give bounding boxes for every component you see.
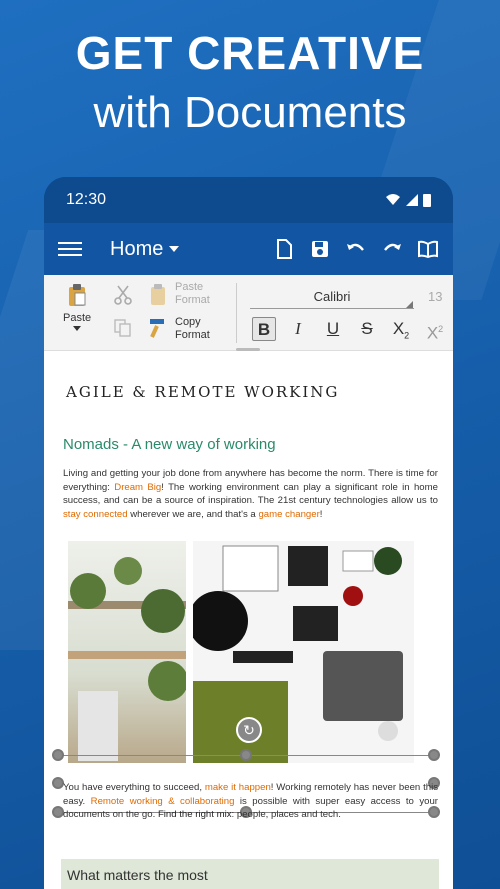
rotate-handle-icon[interactable]: ↻ bbox=[236, 717, 262, 743]
text-run: : people, places and tech. bbox=[231, 809, 341, 820]
phone-frame: 12:30 Home Paste Paste Format Copy Forma… bbox=[44, 177, 453, 889]
paste-format-icon[interactable] bbox=[148, 283, 170, 307]
menu-icon[interactable] bbox=[58, 242, 82, 256]
caret-down-icon bbox=[169, 246, 180, 252]
paste-format-label-2[interactable]: Format bbox=[175, 294, 210, 306]
highlight-text: Dream Big bbox=[114, 481, 162, 493]
underline-button[interactable]: U bbox=[321, 317, 345, 341]
subscript-base: X bbox=[392, 319, 405, 338]
bold-text: Find the right mix bbox=[157, 809, 232, 820]
copy-format-icon[interactable] bbox=[148, 317, 170, 339]
strikethrough-button[interactable]: S bbox=[355, 317, 379, 341]
italic-button[interactable]: I bbox=[286, 317, 310, 341]
font-dropdown-icon[interactable] bbox=[406, 301, 413, 308]
highlight-text: stay connected bbox=[63, 508, 128, 520]
copy-format-label-2[interactable]: Format bbox=[175, 329, 210, 341]
paste-dropdown-icon[interactable] bbox=[73, 326, 81, 331]
wifi-icon bbox=[386, 194, 400, 205]
text-run: ! bbox=[319, 508, 323, 520]
font-family-select[interactable]: Calibri bbox=[250, 285, 414, 309]
resize-handle[interactable] bbox=[240, 749, 252, 761]
document-canvas[interactable]: AGILE & REMOTE WORKING Nomads - A new wa… bbox=[44, 351, 453, 889]
redo-icon[interactable] bbox=[381, 238, 403, 260]
highlight-text: game changer bbox=[258, 508, 320, 520]
doc-title: AGILE & REMOTE WORKING bbox=[66, 383, 340, 401]
bold-button[interactable]: B bbox=[252, 317, 276, 341]
highlight-text: Remote working & collaborating bbox=[90, 795, 235, 807]
text-run: You have everything to succeed, bbox=[63, 782, 205, 793]
highlight-text: make it happen bbox=[204, 782, 271, 793]
headline-title: GET CREATIVE bbox=[75, 27, 425, 79]
undo-icon[interactable] bbox=[345, 238, 367, 260]
new-file-icon[interactable] bbox=[273, 238, 295, 260]
headline-subtitle: with Documents bbox=[93, 88, 407, 137]
superscript-base: X bbox=[426, 323, 439, 343]
copy-icon[interactable] bbox=[114, 319, 132, 337]
font-size-field[interactable]: 13 bbox=[428, 285, 442, 309]
section-heading-box[interactable]: What matters the most bbox=[61, 859, 439, 889]
signal-icon bbox=[406, 194, 418, 206]
ribbon-separator bbox=[236, 283, 237, 343]
paste-format-label-1[interactable]: Paste bbox=[175, 281, 203, 293]
section-heading: What matters the most bbox=[67, 867, 208, 883]
book-icon[interactable] bbox=[417, 238, 439, 260]
home-dropdown[interactable]: Home bbox=[110, 238, 273, 261]
resize-handle[interactable] bbox=[428, 749, 440, 761]
superscript-mark: 2 bbox=[438, 324, 444, 334]
battery-icon bbox=[423, 194, 431, 207]
text-run: wherever we are, and that's a bbox=[127, 508, 259, 520]
status-bar: 12:30 bbox=[44, 177, 453, 223]
plants-desk-image[interactable] bbox=[68, 541, 188, 763]
cut-icon[interactable] bbox=[114, 285, 132, 305]
subscript-button[interactable]: X2 bbox=[389, 317, 413, 341]
ribbon-toolbar: Paste Paste Format Copy Format Calibri 1… bbox=[44, 275, 453, 351]
app-bar: Home bbox=[44, 223, 453, 275]
copy-format-label-1[interactable]: Copy bbox=[175, 316, 201, 328]
resize-handle[interactable] bbox=[52, 749, 64, 761]
flatlay-desk-image[interactable] bbox=[188, 541, 414, 763]
paste-label[interactable]: Paste bbox=[63, 312, 91, 324]
home-label: Home bbox=[110, 237, 164, 260]
save-icon[interactable] bbox=[309, 238, 331, 260]
paste-icon[interactable] bbox=[66, 283, 88, 307]
status-time: 12:30 bbox=[66, 191, 107, 208]
doc-paragraph-2[interactable]: You have everything to succeed, make it … bbox=[63, 781, 438, 822]
subscript-mark: 2 bbox=[404, 330, 410, 341]
superscript-button[interactable]: X2 bbox=[423, 317, 447, 343]
doc-paragraph-1[interactable]: Living and getting your job done from an… bbox=[63, 467, 438, 521]
doc-subtitle: Nomads - A new way of working bbox=[63, 436, 276, 453]
